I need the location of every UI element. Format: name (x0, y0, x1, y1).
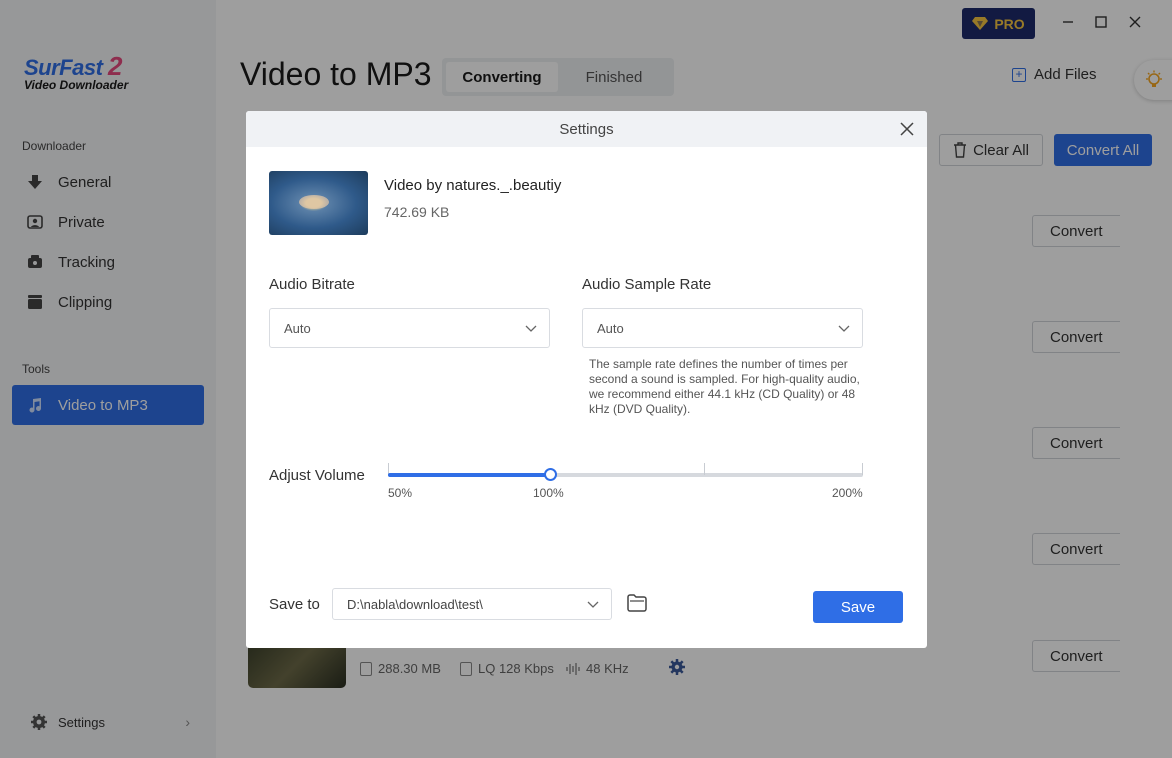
samplerate-select[interactable]: Auto (582, 308, 863, 348)
volume-mid-label: 100% (533, 486, 564, 500)
folder-icon[interactable] (626, 593, 648, 613)
save-button[interactable]: Save (813, 591, 903, 623)
volume-min-label: 50% (388, 486, 413, 500)
samplerate-value: Auto (597, 320, 624, 336)
file-size: 742.69 KB (384, 204, 450, 220)
chevron-down-icon (838, 325, 850, 332)
volume-max-label: 200% (832, 486, 863, 500)
close-icon[interactable] (897, 119, 917, 139)
bitrate-label: Audio Bitrate (269, 276, 355, 293)
bitrate-select[interactable]: Auto (269, 308, 550, 348)
samplerate-hint: The sample rate defines the number of ti… (589, 357, 860, 416)
save-path-select[interactable]: D:\nabla\download\test\ (332, 588, 612, 620)
volume-label: Adjust Volume (269, 467, 365, 484)
samplerate-label: Audio Sample Rate (582, 276, 712, 293)
file-name: Video by natures._.beautiy (384, 177, 562, 194)
volume-slider-handle[interactable] (543, 468, 557, 481)
save-to-label: Save to (269, 596, 320, 613)
dialog-header: Settings (246, 111, 927, 147)
chevron-down-icon (525, 325, 537, 332)
chevron-down-icon (587, 601, 599, 608)
video-thumbnail (269, 171, 368, 235)
bitrate-value: Auto (284, 320, 311, 336)
settings-dialog: Settings Video by natures._.beautiy 742.… (246, 111, 927, 648)
volume-slider[interactable] (388, 463, 863, 481)
slider-tick (704, 463, 705, 475)
save-path-value: D:\nabla\download\test\ (347, 596, 483, 612)
dialog-title: Settings (559, 120, 614, 138)
slider-tick (862, 463, 863, 475)
volume-slider-fill (388, 473, 550, 477)
